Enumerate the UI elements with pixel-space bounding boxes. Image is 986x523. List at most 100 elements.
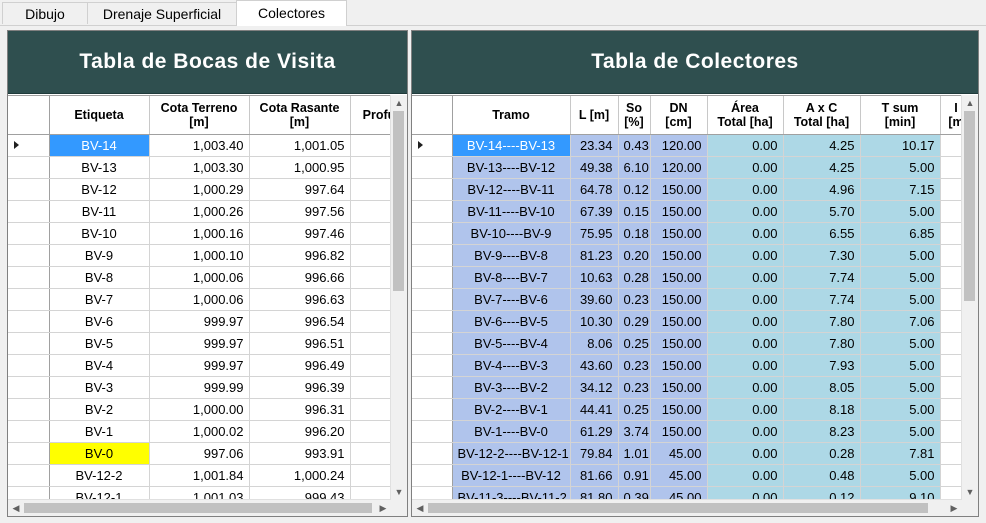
bocas-cell[interactable]: 996.63 [249,288,351,311]
colectores-row-header[interactable] [412,442,453,465]
bocas-table-row[interactable]: BV-2 1,000.00 996.31 [8,398,391,421]
colectores-cell[interactable]: 64.78 [570,178,619,201]
colectores-cell[interactable]: BV-13----BV-12 [452,156,571,179]
colectores-row-header[interactable] [412,354,453,377]
bocas-cell[interactable]: 1,000.10 [149,244,250,267]
colectores-cell[interactable]: 0.00 [707,464,784,487]
colectores-cell[interactable]: 150.00 [650,354,708,377]
colectores-table-row[interactable]: BV-14----BV-13 23.34 0.43 120.00 0.00 4.25 10.… [412,134,962,157]
colectores-cell[interactable]: BV-3----BV-2 [452,376,571,399]
bocas-cell[interactable] [350,486,391,500]
colectores-column-header[interactable]: So [%] [618,96,651,135]
bocas-cell[interactable]: 1,001.03 [149,486,250,500]
colectores-cell[interactable]: 10.17 [860,134,941,157]
bocas-row-header[interactable] [8,332,50,355]
bocas-cell[interactable] [350,178,391,201]
bocas-cell[interactable]: 1,001.05 [249,134,351,157]
bocas-cell[interactable]: 999.43 [249,486,351,500]
bocas-table-row[interactable]: BV-4 999.97 996.49 [8,354,391,377]
colectores-cell[interactable]: 7.80 [783,332,861,355]
bocas-row-header[interactable] [8,398,50,421]
colectores-cell[interactable]: 7.74 [783,288,861,311]
colectores-horizontal-scrollbar[interactable]: ◀ ▶ [412,499,962,516]
colectores-column-header[interactable]: A x C Total [ha] [783,96,861,135]
colectores-table-row[interactable]: BV-12----BV-11 64.78 0.12 150.00 0.00 4.96 7.1… [412,178,962,201]
colectores-cell[interactable]: 5.00 [860,266,941,289]
bocas-cell[interactable] [350,420,391,443]
colectores-cell[interactable]: 0.00 [707,354,784,377]
bocas-table-row[interactable]: BV-5 999.97 996.51 [8,332,391,355]
colectores-cell[interactable]: 0.00 [707,222,784,245]
colectores-cell[interactable]: 8.18 [783,398,861,421]
colectores-cell[interactable]: 8.23 [783,420,861,443]
colectores-cell[interactable]: 7.06 [860,310,941,333]
colectores-row-header[interactable] [412,178,453,201]
colectores-cell[interactable]: 150.00 [650,244,708,267]
bocas-cell[interactable]: BV-6 [49,310,150,333]
colectores-cell[interactable]: 0.00 [707,156,784,179]
colectores-cell[interactable]: 0.00 [707,420,784,443]
bocas-cell[interactable]: 1,000.06 [149,288,250,311]
colectores-cell[interactable]: 150.00 [650,398,708,421]
bocas-table-row[interactable]: BV-13 1,003.30 1,000.95 [8,156,391,179]
bocas-cell[interactable]: 996.54 [249,310,351,333]
bocas-cell[interactable]: 997.46 [249,222,351,245]
colectores-cell[interactable]: 49.38 [570,156,619,179]
colectores-column-header[interactable]: DN [cm] [650,96,708,135]
colectores-cell[interactable]: BV-10----BV-9 [452,222,571,245]
bocas-cell[interactable]: BV-5 [49,332,150,355]
bocas-cell[interactable] [350,200,391,223]
colectores-cell[interactable]: 5.00 [860,376,941,399]
colectores-cell[interactable]: 150.00 [650,200,708,223]
colectores-row-header[interactable] [412,332,453,355]
colectores-cell[interactable]: 10.30 [570,310,619,333]
colectores-cell[interactable]: 7.80 [783,310,861,333]
colectores-cell[interactable]: 6.10 [618,156,651,179]
bocas-cell[interactable]: 993.91 [249,442,351,465]
bocas-table-row[interactable]: BV-11 1,000.26 997.56 [8,200,391,223]
colectores-cell[interactable]: 0.00 [707,178,784,201]
colectores-cell[interactable]: 81.80 [570,486,619,500]
bocas-row-header[interactable] [8,266,50,289]
bocas-cell[interactable]: 1,000.02 [149,420,250,443]
colectores-cell[interactable]: 5.00 [860,200,941,223]
bocas-table-row[interactable]: BV-3 999.99 996.39 [8,376,391,399]
bocas-cell[interactable] [350,464,391,487]
colectores-cell[interactable]: 10.63 [570,266,619,289]
scroll-right-arrow-icon[interactable]: ▶ [947,502,961,514]
colectores-cell[interactable] [940,310,962,333]
colectores-cell[interactable]: 6.55 [783,222,861,245]
colectores-row-header[interactable] [412,376,453,399]
colectores-cell[interactable]: 7.81 [860,442,941,465]
colectores-cell[interactable] [940,156,962,179]
colectores-cell[interactable]: 39.60 [570,288,619,311]
colectores-cell[interactable]: 0.00 [707,398,784,421]
bocas-cell[interactable]: 996.82 [249,244,351,267]
bocas-cell[interactable]: 997.64 [249,178,351,201]
bocas-cell[interactable]: 999.97 [149,332,250,355]
bocas-cell[interactable] [350,398,391,421]
colectores-row-header[interactable] [412,156,453,179]
bocas-cell[interactable]: BV-0 [49,442,150,465]
colectores-cell[interactable]: BV-12----BV-11 [452,178,571,201]
scroll-left-arrow-icon[interactable]: ◀ [413,502,427,514]
colectores-cell[interactable]: 0.23 [618,376,651,399]
bocas-table-row[interactable]: BV-12-2 1,001.84 1,000.24 [8,464,391,487]
colectores-cell[interactable]: BV-7----BV-6 [452,288,571,311]
colectores-cell[interactable]: 43.60 [570,354,619,377]
colectores-cell[interactable]: 0.28 [783,442,861,465]
bocas-cell[interactable]: 996.20 [249,420,351,443]
colectores-table-row[interactable]: BV-3----BV-2 34.12 0.23 150.00 0.00 8.05 5.00 [412,376,962,399]
scroll-up-arrow-icon[interactable]: ▲ [963,97,977,109]
colectores-cell[interactable]: 0.43 [618,134,651,157]
colectores-cell[interactable]: 6.85 [860,222,941,245]
colectores-cell[interactable]: 5.70 [783,200,861,223]
colectores-cell[interactable] [940,200,962,223]
bocas-cell[interactable]: BV-13 [49,156,150,179]
bocas-cell[interactable] [350,354,391,377]
colectores-cell[interactable]: 120.00 [650,156,708,179]
colectores-cell[interactable]: 150.00 [650,178,708,201]
colectores-cell[interactable]: 7.93 [783,354,861,377]
colectores-cell[interactable]: 81.66 [570,464,619,487]
colectores-row-header[interactable] [412,244,453,267]
